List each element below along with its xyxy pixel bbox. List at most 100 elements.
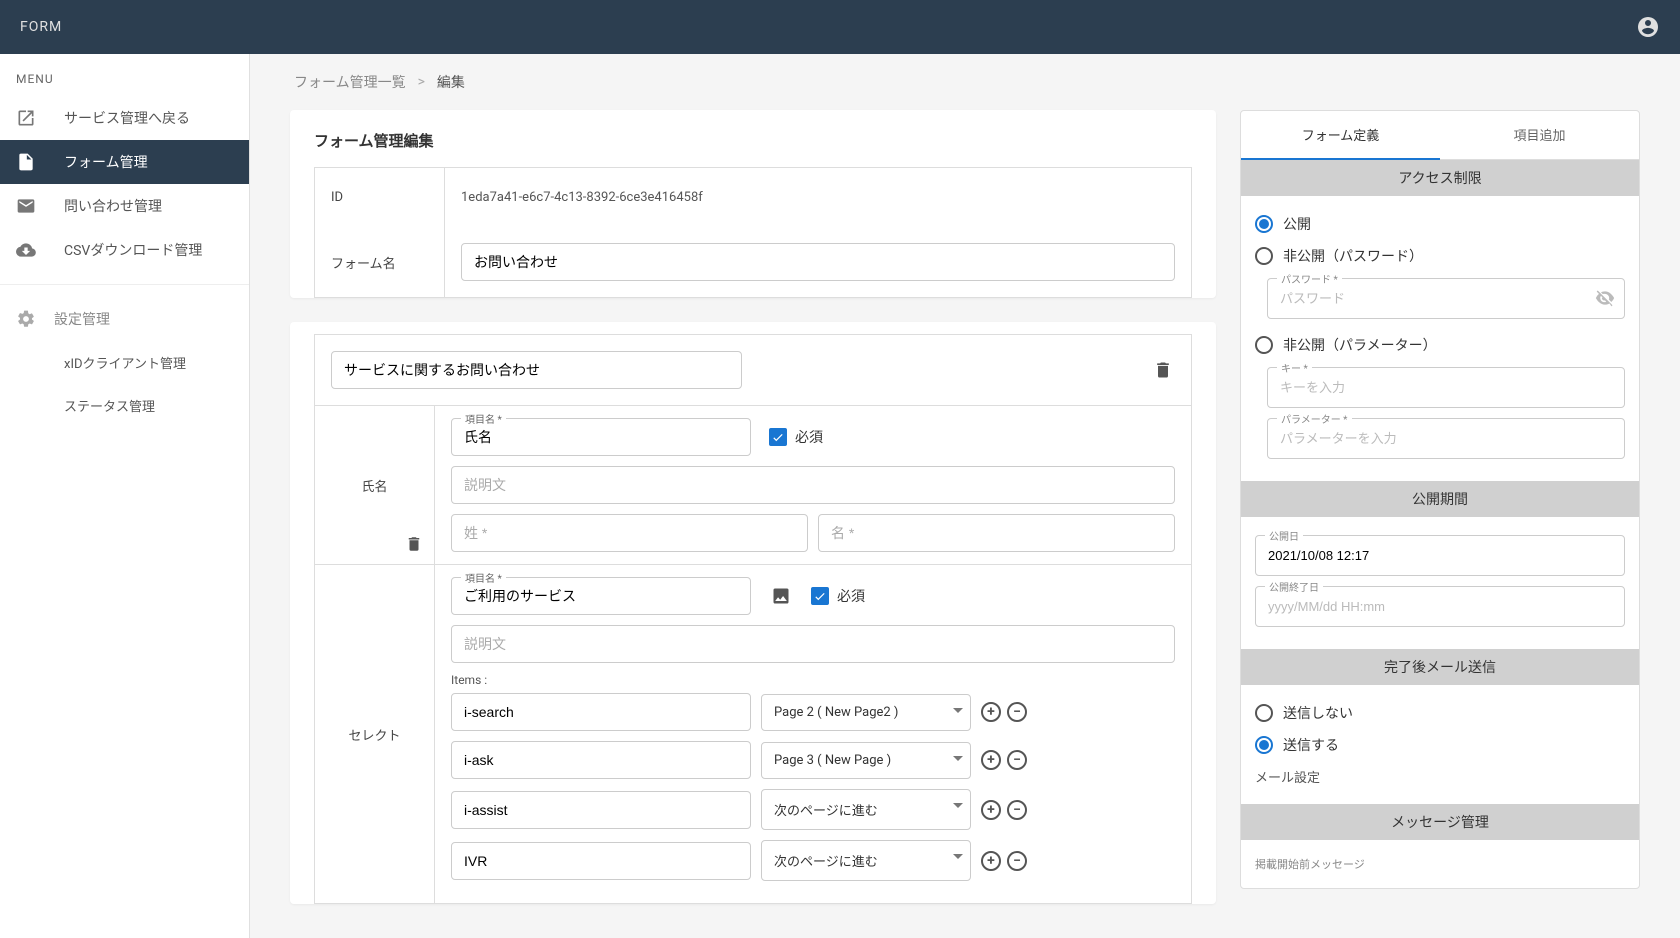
option-page-select[interactable]: Page 3 ( New Page ) xyxy=(761,742,971,779)
sidebar-settings-label: 設定管理 xyxy=(54,309,110,329)
breadcrumb-current: 編集 xyxy=(437,72,465,92)
sidebar-item-back-service[interactable]: サービス管理へ戻る xyxy=(0,96,249,140)
radio-dont-send[interactable]: 送信しない xyxy=(1255,697,1625,729)
option-row: Page 3 ( New Page ) + − xyxy=(451,741,1175,779)
remove-option-button[interactable]: − xyxy=(1007,750,1027,770)
sidebar-item-label: 問い合わせ管理 xyxy=(64,196,162,216)
sidebar: MENU サービス管理へ戻る フォーム管理 問い合わせ管理 CSVダウンロード管… xyxy=(0,54,250,938)
mail-section-header: 完了後メール送信 xyxy=(1241,649,1639,685)
radio-icon xyxy=(1255,704,1273,722)
sidebar-item-label: xIDクライアント管理 xyxy=(64,353,186,372)
option-row: Page 2 ( New Page2 ) + − xyxy=(451,693,1175,731)
option-page-select[interactable]: Page 2 ( New Page2 ) xyxy=(761,694,971,731)
mail-icon xyxy=(16,196,36,216)
radio-icon xyxy=(1255,736,1273,754)
option-row: 次のページに進む + − xyxy=(451,789,1175,830)
checkbox-icon xyxy=(811,587,829,605)
publish-date-input[interactable] xyxy=(1255,535,1625,576)
sidebar-item-label: CSVダウンロード管理 xyxy=(64,240,202,260)
field-desc-input[interactable] xyxy=(451,625,1175,663)
field-type-label: セレクト xyxy=(348,725,400,744)
sidebar-settings-heading: 設定管理 xyxy=(0,297,249,341)
add-option-button[interactable]: + xyxy=(981,750,1001,770)
delete-field-button[interactable] xyxy=(402,532,426,556)
sidebar-item-status[interactable]: ステータス管理 xyxy=(0,384,249,427)
radio-label: 非公開（パラメーター） xyxy=(1283,335,1437,355)
option-text-input[interactable] xyxy=(451,693,751,731)
radio-icon xyxy=(1255,336,1273,354)
tab-add-item[interactable]: 項目追加 xyxy=(1440,111,1639,160)
sidebar-item-label: サービス管理へ戻る xyxy=(64,108,190,128)
radio-private-password[interactable]: 非公開（パスワード） xyxy=(1255,240,1625,272)
field-row-select: セレクト 項目名 * xyxy=(315,565,1191,903)
gear-icon xyxy=(16,309,36,329)
visibility-off-icon[interactable] xyxy=(1595,288,1615,312)
option-row: 次のページに進む + − xyxy=(451,840,1175,881)
field-type-cell: セレクト xyxy=(315,565,435,903)
option-text-input[interactable] xyxy=(451,741,751,779)
password-label: パスワード * xyxy=(1277,271,1342,286)
page-header-row xyxy=(315,335,1191,406)
radio-label: 送信しない xyxy=(1283,703,1353,723)
form-name-input[interactable] xyxy=(461,243,1175,281)
option-text-input[interactable] xyxy=(451,791,751,829)
sidebar-item-xid[interactable]: xIDクライアント管理 xyxy=(0,341,249,384)
account-icon[interactable] xyxy=(1636,15,1660,39)
field-type-cell: 氏名 xyxy=(315,406,435,564)
form-builder-card: 氏名 項目名 * xyxy=(290,322,1216,904)
option-page-select[interactable]: 次のページに進む xyxy=(761,840,971,881)
mail-settings-link[interactable]: メール設定 xyxy=(1255,761,1625,792)
radio-send[interactable]: 送信する xyxy=(1255,729,1625,761)
sidebar-item-label: ステータス管理 xyxy=(64,396,155,415)
trash-icon xyxy=(1153,360,1173,380)
option-text-input[interactable] xyxy=(451,842,751,880)
remove-option-button[interactable]: − xyxy=(1007,800,1027,820)
publish-end-label: 公開終了日 xyxy=(1265,579,1323,594)
key-label: キー * xyxy=(1277,360,1312,375)
radio-icon xyxy=(1255,247,1273,265)
field-desc-input[interactable] xyxy=(451,466,1175,504)
breadcrumb-parent[interactable]: フォーム管理一覧 xyxy=(294,72,406,92)
required-label: 必須 xyxy=(837,586,865,606)
required-checkbox[interactable]: 必須 xyxy=(769,427,823,447)
remove-option-button[interactable]: − xyxy=(1007,702,1027,722)
radio-private-parameter[interactable]: 非公開（パラメーター） xyxy=(1255,329,1625,361)
settings-panel: フォーム定義 項目追加 アクセス制限 公開 非公開（パスワード） xyxy=(1240,110,1640,889)
radio-public[interactable]: 公開 xyxy=(1255,208,1625,240)
sidebar-item-inquiry[interactable]: 問い合わせ管理 xyxy=(0,184,249,228)
mei-input[interactable] xyxy=(818,514,1175,552)
id-value: 1eda7a41-e6c7-4c13-8392-6ce3e416458f xyxy=(445,168,1191,227)
image-button[interactable] xyxy=(769,584,793,608)
sidebar-item-form-mgmt[interactable]: フォーム管理 xyxy=(0,140,249,184)
items-label: Items : xyxy=(451,673,1175,687)
parameter-label: パラメーター * xyxy=(1277,411,1352,426)
add-option-button[interactable]: + xyxy=(981,851,1001,871)
radio-label: 公開 xyxy=(1283,214,1311,234)
sidebar-item-csv[interactable]: CSVダウンロード管理 xyxy=(0,228,249,272)
remove-option-button[interactable]: − xyxy=(1007,851,1027,871)
page-title: フォーム管理編集 xyxy=(290,110,1216,167)
access-section-header: アクセス制限 xyxy=(1241,160,1639,196)
page-name-input[interactable] xyxy=(331,351,742,389)
sidebar-menu-heading: MENU xyxy=(0,54,249,96)
add-option-button[interactable]: + xyxy=(981,702,1001,722)
open-in-new-icon xyxy=(16,108,36,128)
required-label: 必須 xyxy=(795,427,823,447)
tab-form-definition[interactable]: フォーム定義 xyxy=(1241,111,1440,160)
required-checkbox[interactable]: 必須 xyxy=(811,586,865,606)
publish-date-label: 公開日 xyxy=(1265,528,1303,543)
document-icon xyxy=(16,152,36,172)
main-content: フォーム管理一覧 > 編集 フォーム管理編集 ID 1eda7a41-e6c7-… xyxy=(250,54,1680,938)
sidebar-divider xyxy=(0,284,249,285)
key-input[interactable] xyxy=(1267,367,1625,408)
header-actions xyxy=(1636,15,1660,39)
add-option-button[interactable]: + xyxy=(981,800,1001,820)
trash-icon xyxy=(405,535,423,553)
field-type-label: 氏名 xyxy=(361,476,387,495)
sei-input[interactable] xyxy=(451,514,808,552)
app-title: FORM xyxy=(20,19,62,35)
radio-label: 送信する xyxy=(1283,735,1339,755)
option-page-select[interactable]: 次のページに進む xyxy=(761,789,971,830)
delete-page-button[interactable] xyxy=(1151,358,1175,382)
id-label: ID xyxy=(315,168,445,227)
